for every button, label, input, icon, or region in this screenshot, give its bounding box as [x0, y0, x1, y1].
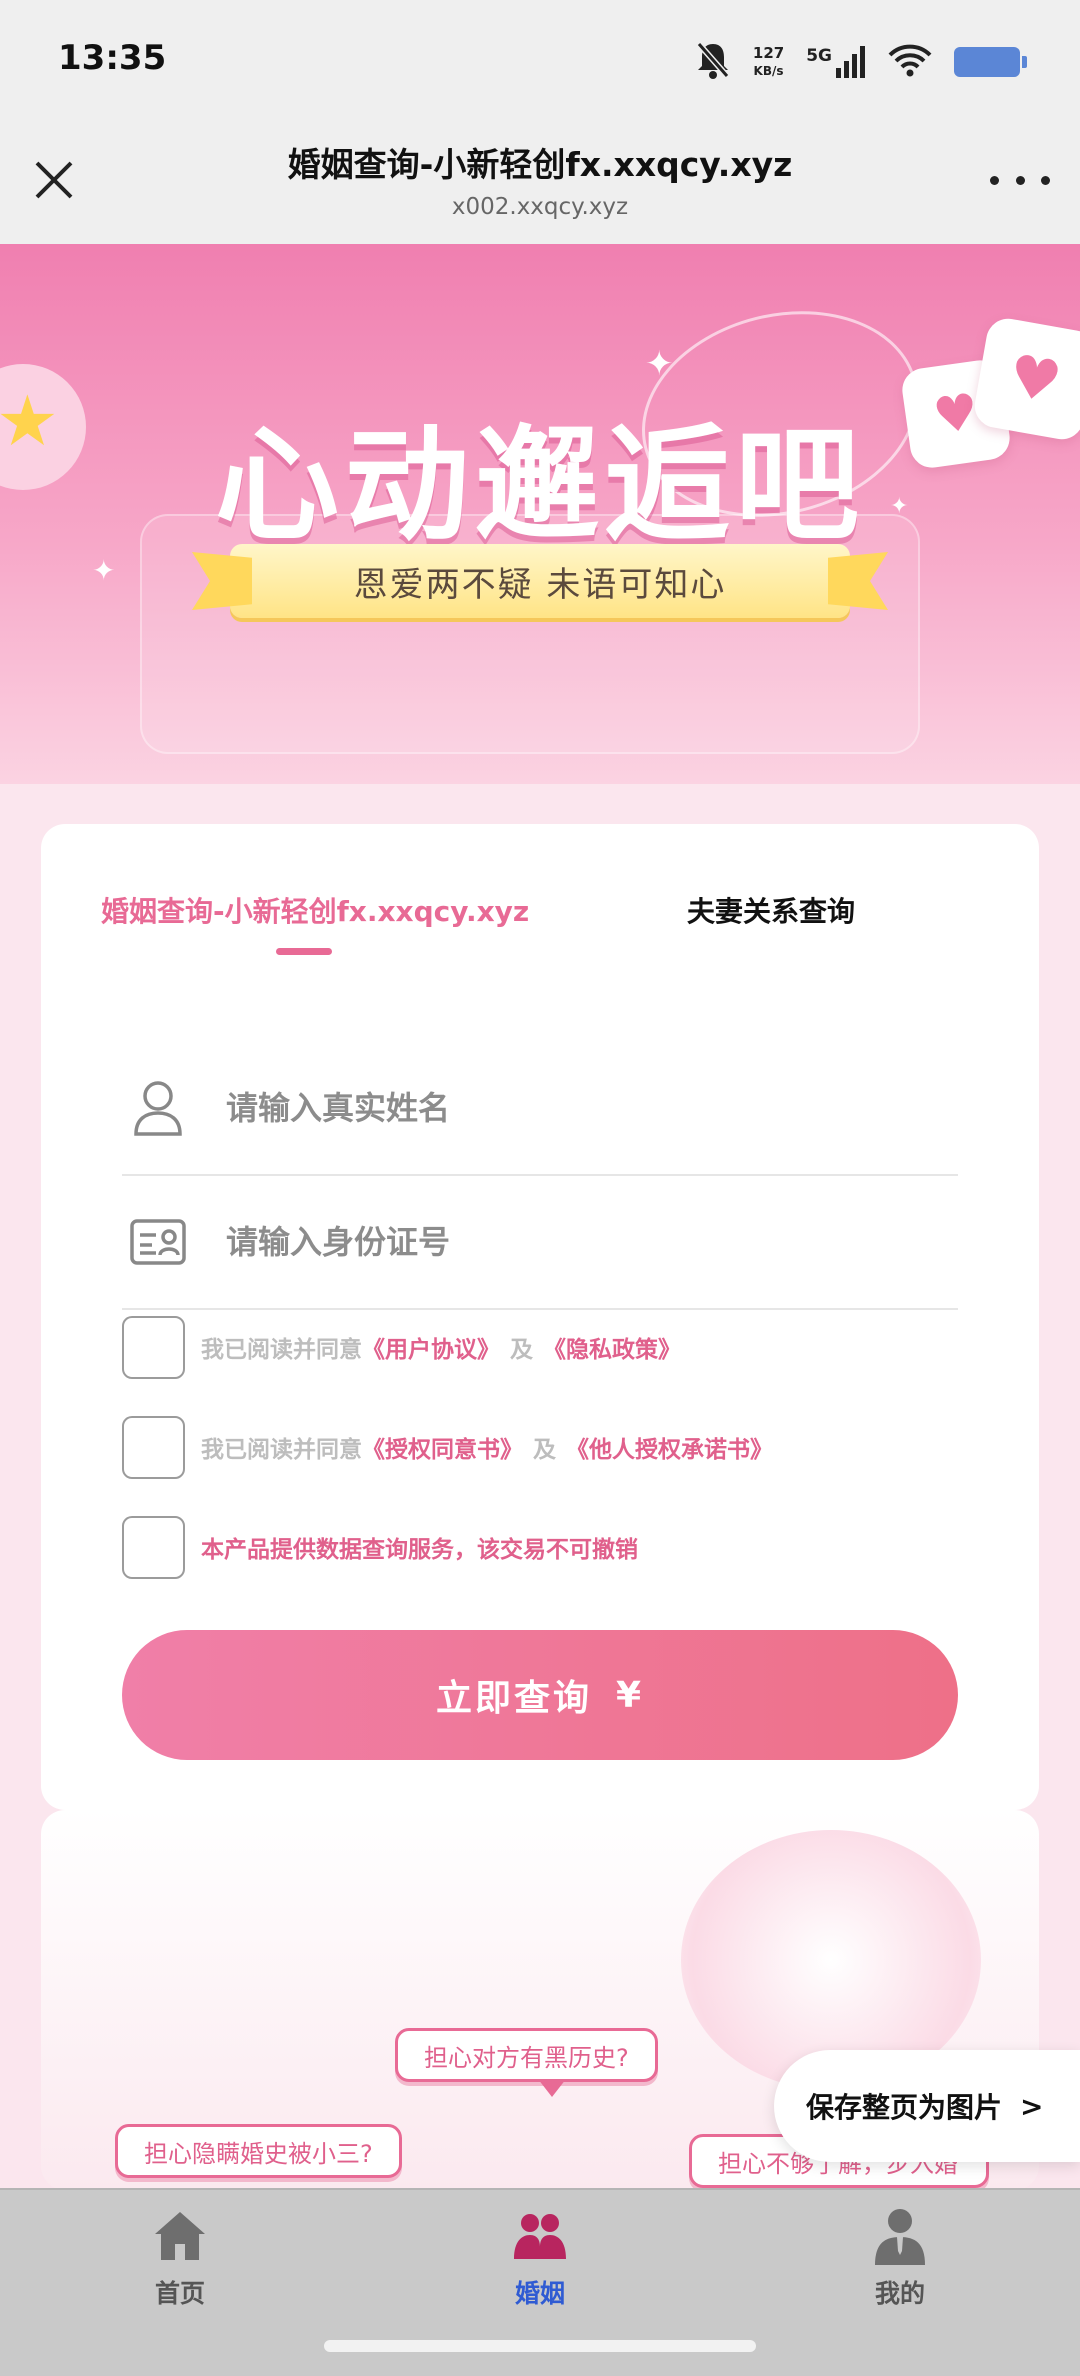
nav-item-mine[interactable]: 我的 [800, 2206, 1000, 2310]
nav-label-marriage: 婚姻 [514, 2279, 565, 2308]
nav-label-home: 首页 [154, 2279, 205, 2308]
page-title: 婚姻查询-小新轻创fx.xxqcy.xyz [287, 145, 793, 184]
agree-authorization-checkbox[interactable] [122, 1415, 185, 1479]
battery-icon [954, 47, 1027, 77]
status-bar: 13:35 127 KB/s 5G [0, 0, 1080, 120]
tab-indicator [276, 948, 332, 955]
id-field [122, 1176, 958, 1310]
query-form-card: 婚姻查询-小新轻创fx.xxqcy.xyz 夫妻关系查询 我已阅读并同意 《用户… [41, 824, 1039, 1810]
wifi-icon [888, 43, 932, 81]
nav-item-home[interactable]: 首页 [80, 2206, 280, 2310]
status-icons: 127 KB/s 5G [695, 32, 1027, 92]
bell-off-icon [695, 40, 731, 84]
user-icon [130, 1078, 186, 1138]
network-speed: 127 KB/s [753, 44, 784, 80]
name-input[interactable] [226, 1089, 906, 1127]
third-party-authorization-link[interactable]: 《他人授权承诺书》 [566, 1430, 773, 1464]
couple-icon [510, 2206, 570, 2266]
worry-bubble-hidden-marriage: 担心隐瞒婚史被小三? [115, 2124, 402, 2178]
agreement-row-terms: 我已阅读并同意 《用户协议》 及 《隐私政策》 [122, 1314, 681, 1380]
agreement-prefix: 我已阅读并同意 [201, 1337, 362, 1363]
id-card-icon [130, 1212, 186, 1272]
agreement-joiner: 及 [510, 1337, 533, 1363]
irrevocable-notice: 本产品提供数据查询服务，该交易不可撤销 [201, 1537, 638, 1563]
query-now-button[interactable]: 立即查询 ¥ [122, 1630, 958, 1760]
agreement-row-authorization: 我已阅读并同意 《授权同意书》 及 《他人授权承诺书》 [122, 1414, 773, 1480]
person-icon [870, 2206, 930, 2266]
more-dot-icon [1041, 175, 1050, 185]
agreement-row-irrevocable: 本产品提供数据查询服务，该交易不可撤销 [122, 1514, 638, 1580]
user-agreement-link[interactable]: 《用户协议》 [362, 1330, 500, 1364]
home-indicator[interactable] [324, 2340, 756, 2352]
currency-symbol: ¥ [615, 1674, 645, 1716]
nav-item-marriage[interactable]: 婚姻 [440, 2206, 640, 2310]
banner-title: 心动邂逅吧 [214, 414, 865, 558]
more-button[interactable] [990, 168, 1050, 192]
name-field [122, 1042, 958, 1176]
page-url: x002.xxqcy.xyz [451, 194, 629, 220]
save-page-label: 保存整页为图片 [806, 2091, 1003, 2124]
save-page-as-image-button[interactable]: 保存整页为图片 > [774, 2050, 1080, 2162]
banner-ribbon: 恩爱两不疑 未语可知心 [230, 544, 850, 618]
submit-label: 立即查询 [435, 1678, 592, 1719]
privacy-policy-link[interactable]: 《隐私政策》 [543, 1330, 681, 1364]
banner-slogan: 恩爱两不疑 未语可知心 [353, 564, 727, 605]
home-icon [150, 2206, 210, 2266]
authorization-consent-link[interactable]: 《授权同意书》 [362, 1430, 523, 1464]
more-dot-icon [1015, 175, 1025, 185]
speed-unit: KB/s [753, 64, 784, 78]
hero-banner: ★ ✦ ✦ ✦ ♥ ♥ 心动邂逅吧 恩爱两不疑 未语可知心 [0, 244, 1080, 784]
sparkle-icon: ✦ [645, 344, 674, 384]
tab-couple-relation-query[interactable]: 夫妻关系查询 [687, 890, 855, 930]
worry-bubble-history: 担心对方有黑历史? [395, 2028, 658, 2097]
signal-icon: 5G [806, 46, 866, 78]
nav-label-mine: 我的 [874, 2279, 925, 2308]
id-number-input[interactable] [226, 1223, 906, 1261]
more-dot-icon [990, 175, 999, 185]
agreement-prefix: 我已阅读并同意 [201, 1437, 362, 1463]
network-type: 5G [806, 46, 832, 66]
speed-value: 127 [752, 44, 785, 62]
chevron-right-icon: > [1020, 2089, 1044, 2123]
tab-marriage-query[interactable]: 婚姻查询-小新轻创fx.xxqcy.xyz [101, 890, 529, 930]
title-bar: 婚姻查询-小新轻创fx.xxqcy.xyz x002.xxqcy.xyz [0, 120, 1080, 244]
agreement-joiner: 及 [533, 1437, 556, 1463]
agree-terms-checkbox[interactable] [122, 1315, 185, 1379]
status-time: 13:35 [58, 38, 167, 78]
agree-irrevocable-checkbox[interactable] [122, 1515, 185, 1579]
